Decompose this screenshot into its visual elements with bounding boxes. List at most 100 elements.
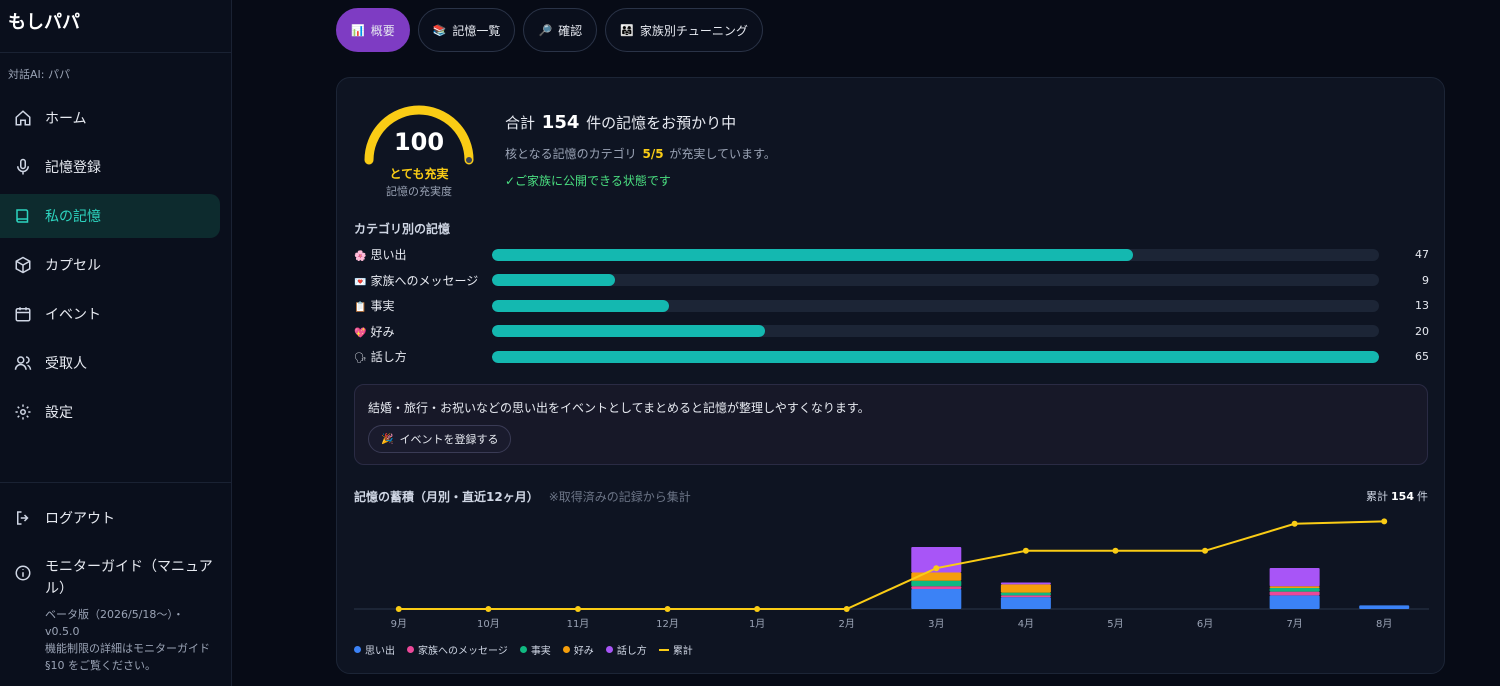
- divider: [0, 52, 232, 53]
- tab-bar: 📊 概要 📚 記憶一覧 🔎 確認 👨‍👩‍👧 家族別チューニング: [336, 8, 763, 52]
- monitor-guide-title: モニターガイド（マニュアル）: [45, 559, 213, 597]
- x-tick-label: 3月: [928, 618, 944, 630]
- chart-legend: 思い出 家族へのメッセージ 事実 好み 話し方 累計: [354, 642, 693, 657]
- tip-text: 結婚・旅行・お祝いなどの思い出をイベントとしてまとめると記憶が整理しやすくなりま…: [368, 401, 870, 415]
- divider: [0, 482, 232, 483]
- tab-label: 確認: [558, 23, 583, 38]
- cumulative-point: [754, 606, 761, 612]
- legend-item: 話し方: [605, 642, 647, 657]
- bar-segment: [911, 580, 962, 587]
- sidebar-item-label: カプセル: [45, 258, 101, 274]
- gear-icon: [14, 403, 32, 421]
- bar-segment: [1000, 584, 1051, 593]
- category-count: 13: [1415, 299, 1429, 313]
- party-icon: 🎉: [381, 433, 394, 445]
- cumulative-point: [485, 606, 492, 612]
- x-tick-label: 11月: [567, 618, 590, 630]
- sidebar-item-register-memory[interactable]: 記憶登録: [0, 145, 220, 189]
- sidebar-item-settings[interactable]: 設定: [0, 390, 220, 434]
- summary-count: 154: [541, 112, 580, 133]
- legend-item: 思い出: [354, 642, 395, 657]
- legend-item: 事実: [519, 642, 551, 657]
- calendar-icon: [14, 305, 32, 323]
- info-icon: [14, 564, 32, 674]
- fulfillment-gauge: 100 とても充実 記憶の充実度: [357, 98, 481, 208]
- chart-icon: 📊: [351, 23, 365, 37]
- tab-overview[interactable]: 📊 概要: [336, 8, 410, 52]
- cumulative-point: [395, 606, 402, 612]
- cumulative-point: [843, 606, 850, 612]
- category-count: 20: [1415, 324, 1429, 338]
- category-bar-track: [492, 325, 1379, 338]
- category-emoji-icon: 💌: [354, 276, 367, 288]
- x-tick-label: 1月: [749, 618, 765, 630]
- microphone-icon: [14, 158, 32, 176]
- cumulative-point: [574, 606, 581, 612]
- legend-swatch: [605, 646, 613, 653]
- total-prefix: 累計: [1366, 490, 1389, 503]
- x-tick-label: 12月: [656, 618, 679, 630]
- summary-prefix: 合計: [505, 114, 536, 132]
- category-row: 📋 事実 13: [354, 293, 1429, 319]
- category-bar-fill: [492, 299, 670, 312]
- bar-segment: [1269, 591, 1320, 596]
- cumulative-point: [664, 606, 671, 612]
- sidebar-nav: ホーム 記憶登録 私の記憶 カプセル イベント 受取人 設定: [0, 96, 232, 439]
- x-tick-label: 10月: [477, 618, 500, 630]
- tab-memory-list[interactable]: 📚 記憶一覧: [417, 8, 516, 52]
- bar-segment: [1000, 595, 1051, 598]
- x-tick-label: 6月: [1197, 618, 1213, 630]
- sidebar-item-label: イベント: [45, 307, 101, 323]
- logout-button[interactable]: ログアウト: [0, 496, 220, 540]
- overview-card: 100 とても充実 記憶の充実度 合計 154 件の記憶をお預かり中 核となる記…: [336, 77, 1445, 674]
- event-tip-box: 結婚・旅行・お祝いなどの思い出をイベントとしてまとめると記憶が整理しやすくなりま…: [354, 384, 1428, 465]
- legend-label: 好み: [573, 646, 594, 657]
- home-icon: [14, 109, 32, 127]
- x-tick-label: 9月: [391, 618, 407, 630]
- category-label: 🗣 話し方: [354, 348, 492, 365]
- bar-segment: [1269, 586, 1320, 589]
- tab-confirm[interactable]: 🔎 確認: [523, 8, 598, 52]
- gauge-caption: 記憶の充実度: [386, 185, 452, 198]
- cumulative-point: [1291, 520, 1298, 527]
- legend-line-swatch: [658, 648, 669, 651]
- bar-segment: [911, 586, 962, 589]
- category-emoji-icon: 💖: [354, 327, 367, 339]
- category-bar-track: [492, 274, 1379, 287]
- x-tick-label: 7月: [1286, 618, 1302, 630]
- cumulative-point: [933, 565, 940, 572]
- ai-partner-label: 対話AI: パパ: [8, 68, 70, 81]
- total-value: 154: [1391, 490, 1414, 503]
- sidebar-item-my-memories[interactable]: 私の記憶: [0, 194, 220, 238]
- category-count: 65: [1415, 350, 1429, 364]
- legend-swatch: [407, 646, 414, 653]
- category-row: 🌸 思い出 47: [354, 242, 1429, 268]
- legend-item: 累計: [658, 642, 693, 657]
- users-icon: [14, 354, 32, 372]
- sidebar-item-capsule[interactable]: カプセル: [0, 243, 220, 287]
- category-label: 📋 事実: [354, 297, 492, 314]
- tab-family-tuning[interactable]: 👨‍👩‍👧 家族別チューニング: [605, 8, 763, 52]
- bar-segment: [1000, 597, 1051, 609]
- x-tick-label: 5月: [1107, 618, 1123, 630]
- tab-label: 記憶一覧: [452, 23, 501, 38]
- legend-label: 事実: [530, 646, 551, 657]
- chart-title-text: 記憶の蓄積（月別・直近12ヶ月）: [354, 490, 539, 504]
- sidebar-item-events[interactable]: イベント: [0, 292, 220, 336]
- category-bar-fill: [492, 325, 765, 338]
- category-bar-track: [492, 350, 1379, 363]
- monitor-guide-link[interactable]: モニターガイド（マニュアル） ベータ版（2026/5/18〜）・v0.5.0 機…: [14, 556, 214, 674]
- bar-segment: [911, 588, 962, 609]
- box-icon: [14, 256, 32, 274]
- category-name: 思い出: [370, 248, 407, 263]
- publish-ready-status: ✓ご家族に公開できる状態です: [505, 174, 671, 188]
- legend-swatch: [354, 646, 361, 653]
- register-event-button[interactable]: 🎉 イベントを登録する: [368, 425, 512, 453]
- sidebar-item-home[interactable]: ホーム: [0, 96, 220, 140]
- category-emoji-icon: 🗣: [354, 353, 367, 365]
- guide-note: 機能制限の詳細はモニターガイド §10 をご覧ください。: [45, 642, 210, 672]
- category-name: 話し方: [370, 350, 407, 365]
- sidebar-item-recipients[interactable]: 受取人: [0, 341, 220, 385]
- summary-suffix: 件の記憶をお預かり中: [586, 114, 737, 132]
- category-name: 事実: [370, 299, 395, 314]
